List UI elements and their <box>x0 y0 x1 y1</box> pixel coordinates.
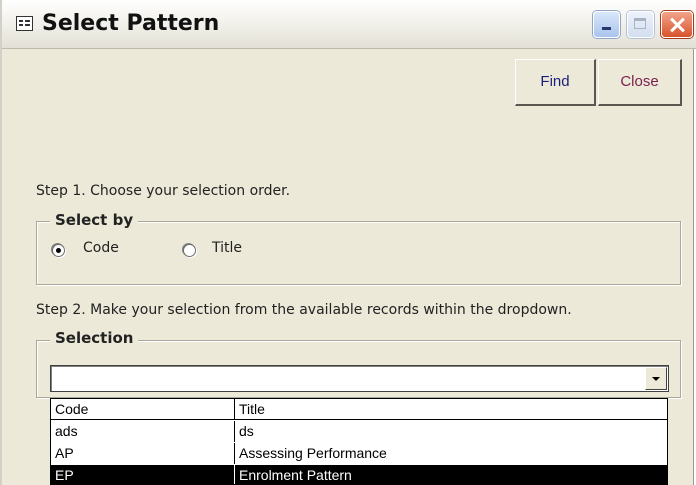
column-header-title: Title <box>235 399 667 420</box>
list-item-title[interactable]: Assessing Performance <box>235 443 667 464</box>
chevron-down-icon[interactable] <box>645 367 667 390</box>
list-item[interactable]: AP Assessing Performance <box>51 443 667 464</box>
minimize-button[interactable] <box>593 11 620 38</box>
list-item-code[interactable]: AP <box>51 443 235 464</box>
form-icon <box>16 16 33 31</box>
find-button[interactable]: Find <box>515 59 596 106</box>
title-bar[interactable]: Select Pattern <box>2 0 696 49</box>
title-radio-label[interactable]: Title <box>212 240 242 256</box>
selection-label: Selection <box>50 329 139 347</box>
window-close-button[interactable] <box>661 11 693 38</box>
list-item-selected[interactable]: EP Enrolment Pattern <box>51 465 667 484</box>
list-item-title[interactable]: Enrolment Pattern <box>235 465 667 484</box>
title-radio[interactable] <box>183 244 196 257</box>
select-pattern-window: Select Pattern Find Close Step 1. Choose… <box>0 0 696 485</box>
selection-combobox[interactable] <box>50 365 669 392</box>
maximize-button[interactable] <box>627 11 654 38</box>
step1-instruction: Step 1. Choose your selection order. <box>36 183 291 199</box>
list-item[interactable]: ads ds <box>51 421 667 442</box>
column-header-code: Code <box>51 399 235 420</box>
close-button[interactable]: Close <box>598 59 682 106</box>
code-radio[interactable] <box>52 244 65 257</box>
list-item-title[interactable]: ds <box>235 421 667 442</box>
select-by-group <box>36 221 681 285</box>
list-item-code[interactable]: EP <box>51 465 235 484</box>
window-title: Select Pattern <box>42 11 220 36</box>
list-item-code[interactable]: ads <box>51 421 235 442</box>
dropdown-header-row: Code Title <box>51 399 667 420</box>
code-radio-label[interactable]: Code <box>83 240 119 256</box>
step2-instruction: Step 2. Make your selection from the ava… <box>36 302 572 318</box>
selection-dropdown-list[interactable]: Code Title ads ds AP Assessing Performan… <box>50 398 668 485</box>
select-by-label: Select by <box>50 211 139 229</box>
